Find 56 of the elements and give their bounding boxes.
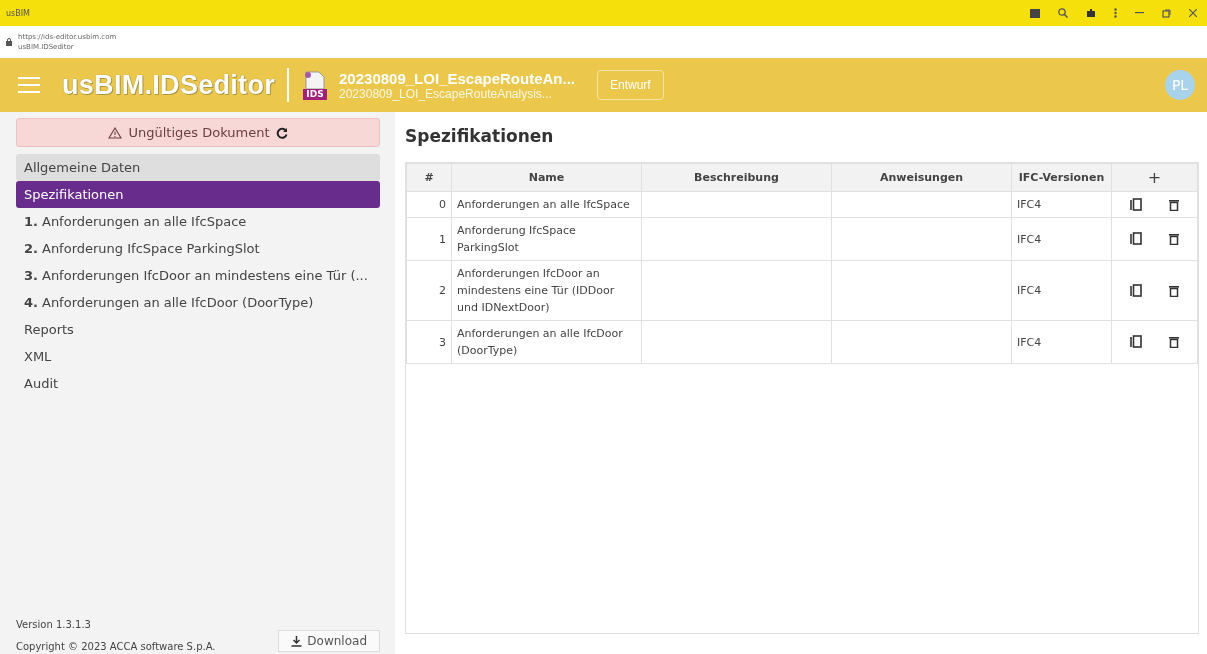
column-header: IFC-Versionen [1011,163,1112,192]
file-title: 20230809_LOI_EscapeRouteAn... [339,69,575,87]
copyright-text: Copyright © 2023 ACCA software S.p.A. [16,641,216,652]
app-logo: usBIM.IDSeditor [62,69,275,101]
table-cell: IFC4 [1011,217,1112,261]
table-cell: 0 [406,191,452,218]
table-cell: IFC4 [1011,320,1112,364]
restore-icon[interactable] [1162,8,1171,18]
close-icon[interactable] [1189,9,1197,17]
table-cell: Anforderungen IfcDoor an mindestens eine Tür (IDDoor und IDNextDoor) [451,260,642,321]
table-cell: Anforderungen an alle IfcDoor (DoorType) [451,320,642,364]
copy-icon[interactable] [1130,232,1143,246]
table-cell: 1 [406,217,452,261]
table-cell: IFC4 [1011,191,1112,218]
sidebar-item[interactable]: 4. Anforderungen an alle IfcDoor (DoorType) [16,289,380,316]
puzzle-icon[interactable] [1086,8,1096,18]
copy-icon[interactable] [1130,197,1143,212]
sidebar-item[interactable]: XML [16,343,380,370]
table-cell: 2 [406,260,452,321]
window-title: usBIM [6,8,30,18]
table-cell: Anforderungen an alle IfcSpace [451,191,642,218]
alert-text: Ungültiges Dokument [128,125,270,140]
table-cell: 3 [406,320,452,364]
minimize-icon[interactable] [1135,12,1144,14]
zoom-icon[interactable] [1058,8,1068,18]
sidebar-item[interactable]: Allgemeine Daten [16,154,380,181]
column-header: # [406,163,452,192]
copy-icon[interactable] [1130,283,1143,298]
column-header: Anweisungen [831,163,1012,192]
more-icon[interactable] [1114,8,1117,18]
download-button[interactable]: Download [278,630,380,652]
warning-icon [108,126,123,139]
delete-icon[interactable] [1168,233,1179,245]
file-subtitle: 20230809_LOI_EscapeRouteAnalysis... [339,86,552,101]
lock-icon [6,38,12,46]
column-header: Name [451,163,642,192]
delete-icon[interactable] [1168,284,1179,297]
delete-icon[interactable] [1168,198,1179,211]
file-type-label: IDS [303,88,327,100]
refresh-icon[interactable] [275,126,288,139]
table-cell: Anforderung IfcSpace ParkingSlot [451,217,642,261]
delete-icon[interactable] [1168,336,1179,348]
download-icon [291,635,303,647]
column-header: Beschreibung [641,163,832,192]
sidebar-item[interactable]: Reports [16,316,380,343]
copy-icon[interactable] [1130,335,1143,349]
sidebar-item[interactable]: 3. Anforderungen IfcDoor an mindestens eine Tür (... [16,262,380,289]
sidebar-item[interactable]: 1. Anforderungen an alle IfcSpace [16,208,380,235]
sidebar-item[interactable]: Audit [16,370,380,397]
sidebar-item[interactable]: 2. Anforderung IfcSpace ParkingSlot [16,235,380,262]
version-text: Version 1.3.1.3 [16,619,92,630]
page-heading: Spezifikationen [405,126,555,146]
file-icon [304,70,326,89]
add-button[interactable]: + [1111,163,1198,192]
sidebar-item[interactable]: Spezifikationen [16,181,380,208]
table-cell: IFC4 [1011,260,1112,321]
